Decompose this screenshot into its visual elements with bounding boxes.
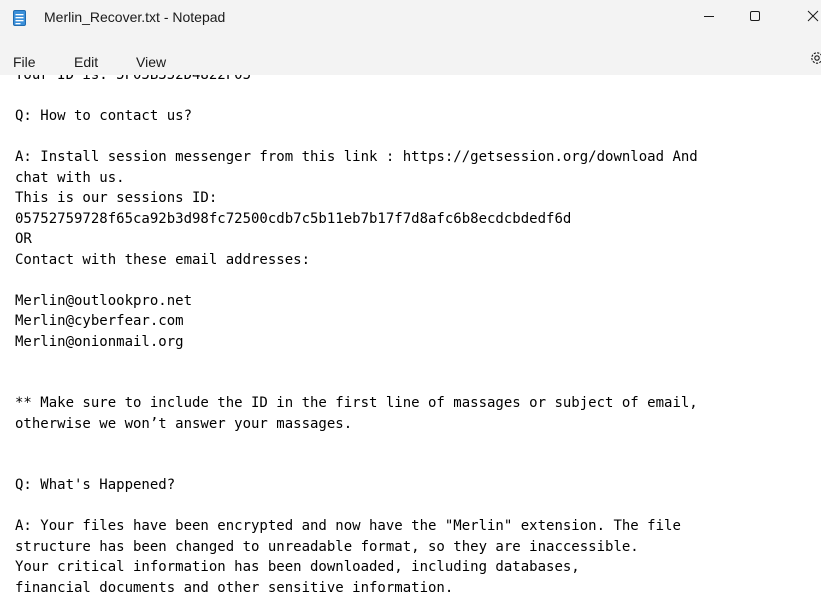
text-line: chat with us. [15, 169, 125, 186]
text-line: OR [15, 231, 32, 247]
text-line: This is our sessions ID: [15, 190, 218, 206]
minimize-button[interactable] [686, 0, 732, 32]
text-line: Q: How to contact us? [15, 108, 193, 124]
text-line: ** Make sure to include the ID in the fi… [15, 395, 698, 411]
text-line: Merlin@onionmail.org [15, 333, 184, 350]
text-line: Your critical information has been downl… [15, 559, 580, 575]
menu-file[interactable]: File [13, 54, 36, 70]
text-editor[interactable]: Your ID is: 5F05B352D4822F05 Q: How to c… [0, 75, 821, 603]
minimize-icon [704, 16, 714, 17]
text-line: Your ID is: 5F05B352D4822F05 [15, 75, 252, 83]
text-line: A: Install session messenger from this l… [15, 149, 698, 165]
text-line: otherwise we won’t answer your massages. [15, 415, 353, 432]
menu-bar: File Edit View [0, 38, 821, 75]
menu-edit[interactable]: Edit [74, 54, 98, 70]
menu-view[interactable]: View [136, 54, 166, 70]
title-bar[interactable]: Merlin_Recover.txt - Notepad [0, 0, 821, 38]
text-line: Contact with these email addresses: [15, 251, 311, 268]
notepad-icon [13, 10, 26, 26]
text-line: financial documents and other sensitive … [15, 579, 454, 596]
text-line: Merlin@outlookpro.net [15, 292, 193, 309]
close-button[interactable] [790, 0, 821, 32]
text-line: Merlin@cyberfear.com [15, 313, 184, 329]
notepad-window: Merlin_Recover.txt - Notepad File Edit V… [0, 0, 821, 603]
maximize-button[interactable] [732, 0, 778, 32]
text-line: structure has been changed to unreadable… [15, 538, 639, 555]
text-line: Q: What's Happened? [15, 477, 176, 493]
close-icon [807, 10, 819, 22]
maximize-icon [750, 11, 760, 21]
document-text[interactable]: Your ID is: 5F05B352D4822F05 Q: How to c… [15, 75, 698, 598]
gear-icon[interactable] [809, 50, 821, 66]
text-line: 05752759728f65ca92b3d98fc72500cdb7c5b11e… [15, 210, 572, 227]
window-title: Merlin_Recover.txt - Notepad [44, 9, 226, 25]
text-line: A: Your files have been encrypted and no… [15, 518, 681, 534]
